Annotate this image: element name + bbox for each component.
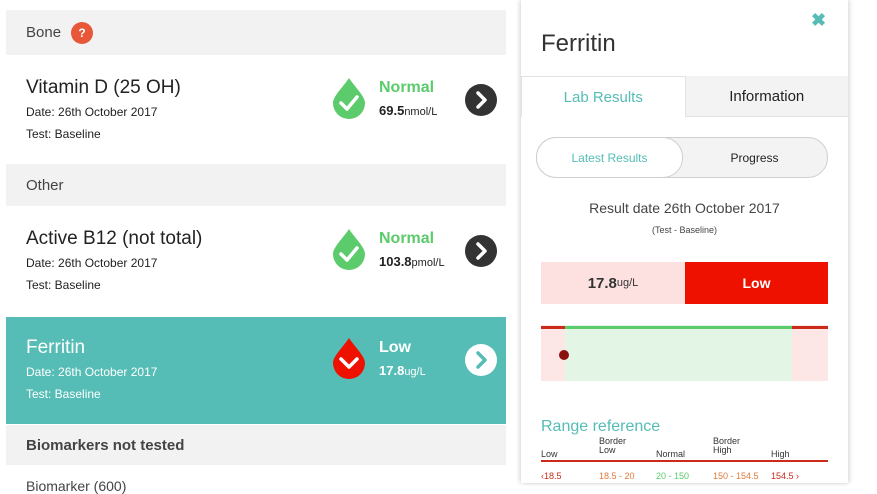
gauge-zone-normal	[565, 325, 792, 381]
biomarker-test: Test: Baseline	[26, 127, 101, 141]
biomarker-date: Date: 26th October 2017	[26, 105, 158, 119]
gauge-zone-high	[792, 325, 828, 381]
biomarker-date: Date: 26th October 2017	[26, 365, 158, 379]
range-col-low: Low	[541, 449, 558, 459]
biomarker-value: 69.5nmol/L	[379, 103, 437, 118]
result-value-number: 17.8	[587, 274, 617, 292]
range-reference-heading: Range reference	[541, 418, 661, 435]
results-segmented-control: Latest Results Progress	[536, 137, 828, 178]
tab-lab-results[interactable]: Lab Results	[521, 76, 686, 117]
chevron-right-icon[interactable]	[465, 344, 497, 376]
section-other-title: Other	[26, 176, 64, 194]
panel-title: Ferritin	[541, 30, 616, 57]
value-number: 17.8	[379, 363, 405, 378]
range-value-border-high: 150 - 154.5	[713, 471, 759, 481]
biomarker-date: Date: 26th October 2017	[26, 256, 158, 270]
range-value-low: ‹18.5	[541, 471, 562, 481]
status-label: Normal	[379, 230, 435, 247]
section-bone-header: Bone ?	[6, 10, 506, 55]
result-status: Low	[685, 262, 828, 304]
biomarker-card-active-b12[interactable]: Active B12 (not total) Date: 26th Octobe…	[6, 208, 506, 315]
range-col-normal: Normal	[656, 449, 686, 459]
range-col-high: High	[771, 449, 790, 459]
biomarker-value: 17.8ug/L	[379, 363, 426, 378]
value-unit: pmol/L	[411, 257, 445, 269]
biomarker-name: Vitamin D (25 OH)	[26, 77, 181, 98]
panel-tabs: Lab Results Information	[521, 76, 848, 117]
result-test: (Test - Baseline)	[651, 225, 718, 235]
range-value-border-low: 18.5 - 20	[599, 471, 635, 481]
range-value-normal: 20 - 150	[656, 471, 690, 481]
biomarker-name: Active B12 (not total)	[26, 228, 203, 249]
section-not-tested-header: Biomarkers not tested	[6, 425, 506, 465]
value-number: 69.5	[379, 103, 405, 118]
chevron-right-icon[interactable]	[465, 235, 497, 267]
biomarker-test: Test: Baseline	[26, 387, 101, 401]
gauge-line-normal	[565, 326, 792, 329]
biomarker-list: Bone ? Vitamin D (25 OH) Date: 26th Octo…	[0, 0, 514, 494]
biomarker-card-vitamin-d[interactable]: Vitamin D (25 OH) Date: 26th October 201…	[6, 57, 506, 164]
biomarker-test: Test: Baseline	[26, 278, 101, 292]
value-unit: nmol/L	[404, 106, 438, 118]
range-divider	[541, 460, 828, 462]
result-value: 17.8 ug/L	[541, 262, 685, 304]
gauge-line-low	[541, 326, 565, 329]
biomarker-name: Ferritin	[26, 337, 86, 358]
chevron-right-icon[interactable]	[465, 84, 497, 116]
low-drop-icon	[333, 338, 365, 379]
range-gauge	[541, 325, 828, 381]
status-label: Low	[379, 339, 411, 356]
clipped-list-item: Biomarker (600)	[26, 478, 127, 494]
value-unit: ug/L	[404, 366, 426, 378]
value-number: 103.8	[379, 254, 412, 269]
segment-progress[interactable]: Progress	[682, 138, 827, 177]
section-bone-title: Bone	[26, 24, 62, 41]
section-not-tested-title: Biomarkers not tested	[26, 436, 185, 454]
range-col-border-high: Border High	[713, 436, 741, 455]
result-date: Result date 26th October 2017	[589, 200, 780, 216]
result-value-unit: ug/L	[616, 277, 639, 289]
help-icon[interactable]: ?	[71, 21, 94, 44]
range-reference-table: Low Border Low Normal Border High High ‹…	[541, 437, 828, 483]
normal-drop-icon	[333, 229, 365, 270]
range-value-high: 154.5 ›	[771, 471, 800, 481]
range-col-border-low: Border Low	[599, 436, 627, 455]
gauge-line-high	[792, 326, 828, 329]
segment-latest-results[interactable]: Latest Results	[536, 137, 683, 178]
gauge-marker	[559, 350, 569, 360]
normal-drop-icon	[333, 78, 365, 119]
tab-information[interactable]: Information	[685, 76, 848, 117]
section-other-header: Other	[6, 164, 506, 206]
biomarker-value: 103.8pmol/L	[379, 254, 445, 269]
close-icon[interactable]: ✖	[811, 10, 826, 31]
detail-panel: ✖ Ferritin Lab Results Information Lates…	[521, 0, 848, 483]
status-label: Normal	[379, 79, 435, 96]
result-bar: 17.8 ug/L Low	[541, 262, 828, 304]
biomarker-card-ferritin[interactable]: Ferritin Date: 26th October 2017 Test: B…	[6, 317, 506, 424]
